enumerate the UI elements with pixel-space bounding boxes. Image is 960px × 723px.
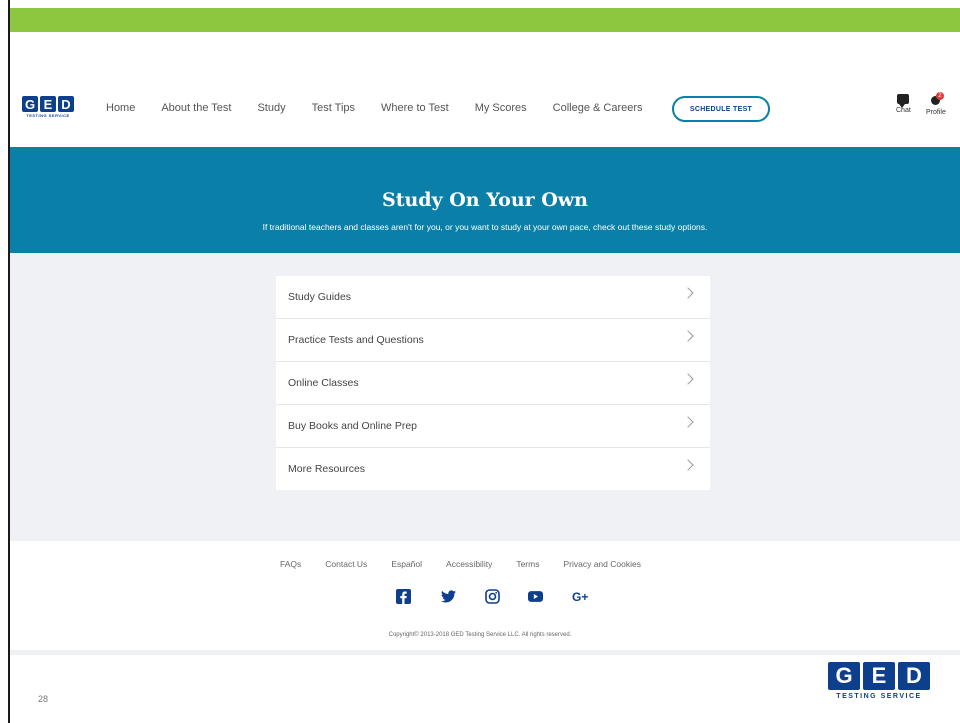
study-option-more-resources[interactable]: More Resources	[276, 448, 710, 490]
ged-logo[interactable]: G E D TESTING SERVICE	[22, 96, 74, 118]
list-item-label: More Resources	[288, 463, 366, 475]
logo-letter: G	[22, 96, 38, 112]
main-nav: Home About the Test Study Test Tips Wher…	[106, 102, 669, 114]
footer-link-privacy[interactable]: Privacy and Cookies	[563, 559, 640, 569]
profile-button[interactable]: 2 Profile	[926, 92, 946, 116]
chevron-right-icon	[682, 373, 694, 385]
top-accent-bar	[10, 8, 960, 32]
logo-letter: D	[898, 662, 930, 690]
chevron-right-icon	[682, 287, 694, 299]
study-option-online-classes[interactable]: Online Classes	[276, 362, 710, 405]
notification-badge: 2	[935, 92, 944, 100]
schedule-test-button[interactable]: SCHEDULE TEST	[672, 96, 770, 122]
nav-link-where-to-test[interactable]: Where to Test	[381, 102, 449, 114]
chat-button[interactable]: Chat	[896, 94, 911, 114]
hero-banner: Study On Your Own If traditional teacher…	[10, 147, 960, 253]
chevron-right-icon	[682, 459, 694, 471]
study-options-list: Study Guides Practice Tests and Question…	[276, 276, 710, 490]
page-subtitle: If traditional teachers and classes aren…	[262, 222, 708, 232]
content-area: Study Guides Practice Tests and Question…	[10, 253, 960, 541]
footer-link-espanol[interactable]: Español	[391, 559, 422, 569]
footer-link-contact-us[interactable]: Contact Us	[325, 559, 367, 569]
slide-page-number: 28	[38, 694, 49, 704]
facebook-icon[interactable]	[396, 589, 411, 604]
nav-link-my-scores[interactable]: My Scores	[475, 102, 527, 114]
footer-divider	[10, 650, 960, 655]
page-title: Study On Your Own	[382, 189, 588, 211]
study-option-study-guides[interactable]: Study Guides	[276, 276, 710, 319]
youtube-icon[interactable]	[528, 589, 543, 604]
instagram-icon[interactable]	[485, 589, 500, 604]
google-plus-icon[interactable]: G+	[572, 589, 592, 604]
logo-letter: D	[58, 96, 74, 112]
nav-link-about-the-test[interactable]: About the Test	[161, 102, 231, 114]
nav-link-test-tips[interactable]: Test Tips	[312, 102, 355, 114]
list-item-label: Online Classes	[288, 377, 359, 389]
logo-letter: G	[828, 662, 860, 690]
logo-letter: E	[863, 662, 895, 690]
logo-tagline: TESTING SERVICE	[26, 113, 70, 118]
twitter-icon[interactable]	[441, 589, 456, 604]
footer-link-faqs[interactable]: FAQs	[280, 559, 301, 569]
study-option-practice-tests[interactable]: Practice Tests and Questions	[276, 319, 710, 362]
copyright-text: Copyright© 2013-2018 GED Testing Service…	[388, 632, 572, 638]
list-item-label: Study Guides	[288, 291, 352, 303]
site-header: G E D TESTING SERVICE Home About the Tes…	[10, 86, 960, 138]
list-item-label: Buy Books and Online Prep	[288, 420, 417, 432]
logo-letters: G E D	[22, 96, 74, 112]
study-option-buy-books[interactable]: Buy Books and Online Prep	[276, 405, 710, 448]
list-item-label: Practice Tests and Questions	[288, 334, 424, 346]
chevron-right-icon	[682, 416, 694, 428]
svg-text:G+: G+	[572, 590, 588, 603]
ged-testing-service-logo: G E D TESTING SERVICE	[828, 662, 930, 700]
logo-letters: G E D	[828, 662, 930, 690]
footer-link-terms[interactable]: Terms	[516, 559, 539, 569]
nav-link-college-careers[interactable]: College & Careers	[553, 102, 643, 114]
chevron-right-icon	[682, 330, 694, 342]
logo-tagline: TESTING SERVICE	[836, 693, 922, 700]
profile-icon: 2	[929, 92, 944, 108]
nav-link-home[interactable]: Home	[106, 102, 135, 114]
chat-label: Chat	[896, 107, 911, 114]
footer-nav: FAQs Contact Us Español Accessibility Te…	[280, 559, 665, 569]
profile-label: Profile	[926, 109, 946, 116]
logo-letter: E	[40, 96, 56, 112]
footer-link-accessibility[interactable]: Accessibility	[446, 559, 492, 569]
nav-link-study[interactable]: Study	[257, 102, 285, 114]
chat-icon	[897, 94, 910, 108]
